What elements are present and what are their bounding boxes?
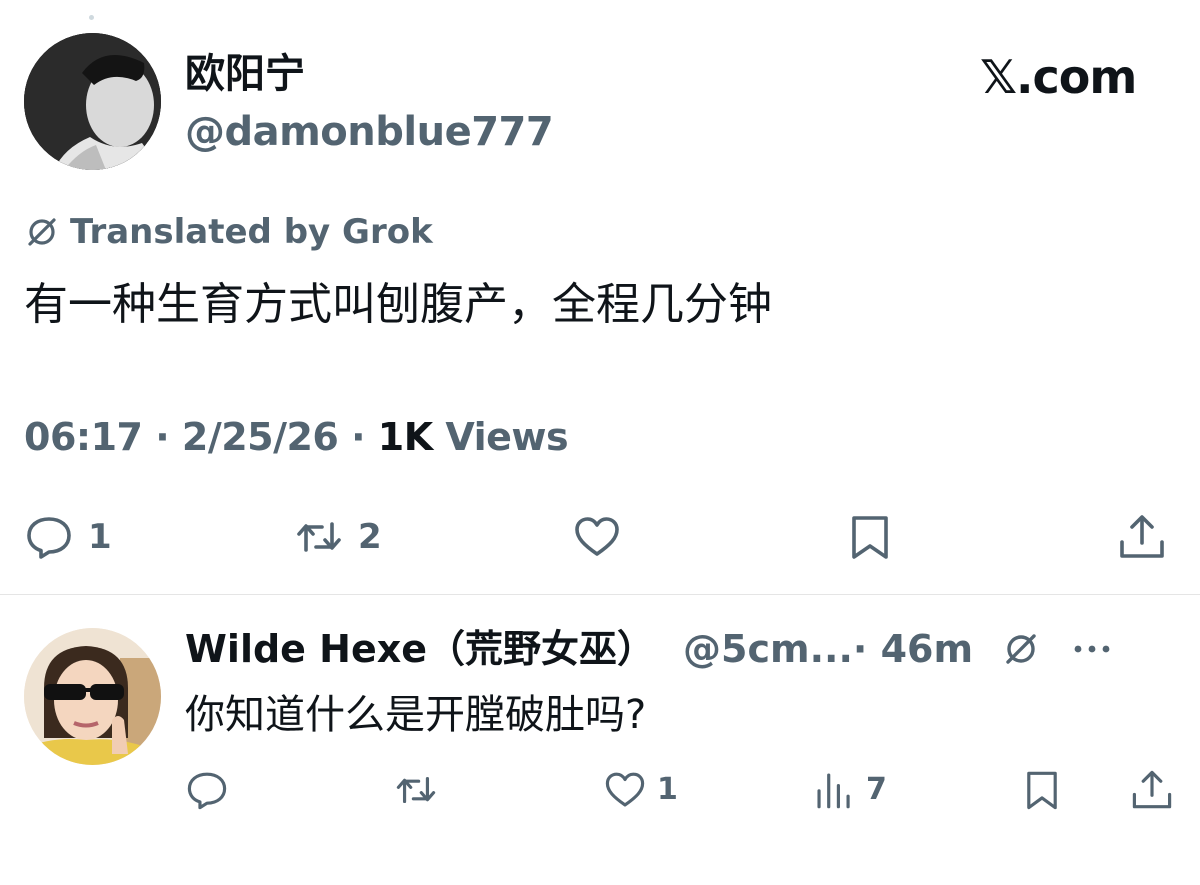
share-button[interactable]: [1117, 512, 1167, 562]
reply-icon: [187, 772, 227, 810]
translated-by-grok[interactable]: Translated by Grok: [24, 212, 433, 252]
status-dot: [89, 15, 94, 20]
reply-bookmark-button[interactable]: [1020, 768, 1064, 812]
like-button[interactable]: [572, 512, 622, 562]
reply-repost-button[interactable]: [394, 768, 438, 812]
reply-author-avatar[interactable]: [24, 628, 161, 765]
grok-icon[interactable]: [1001, 629, 1041, 669]
views-count: 1K: [377, 415, 433, 459]
share-icon: [1120, 515, 1164, 558]
reply-author-name[interactable]: Wilde Hexe（荒野女巫）: [185, 625, 655, 673]
reply-reply-button[interactable]: [185, 768, 229, 812]
reply-share-button[interactable]: [1130, 768, 1174, 812]
post-meta: 06:17 · 2/25/26 · 1K Views: [24, 415, 569, 459]
heart-icon: [575, 517, 619, 556]
more-icon[interactable]: [1071, 629, 1113, 669]
share-icon: [1132, 770, 1172, 809]
reply-views-count: 7: [866, 772, 887, 807]
bookmark-button[interactable]: [845, 512, 895, 562]
post-time[interactable]: 06:17: [24, 415, 143, 459]
author-avatar-image: [24, 33, 161, 170]
reply-like-count: 1: [657, 772, 678, 807]
translated-label: Translated by Grok: [70, 212, 433, 252]
post-date[interactable]: 2/25/26: [182, 415, 339, 459]
reply-views-button[interactable]: 7: [812, 768, 887, 812]
reply-like-button[interactable]: 1: [603, 768, 678, 812]
bookmark-icon: [852, 516, 888, 559]
heart-icon: [605, 772, 645, 807]
reply-author-handle[interactable]: @5cm...: [683, 625, 853, 673]
repost-icon: [396, 776, 436, 804]
reply-icon: [27, 517, 71, 559]
repost-count: 2: [358, 517, 382, 557]
reply-divider: [0, 594, 1200, 595]
views-icon: [817, 773, 850, 809]
reply-time[interactable]: · 46m: [853, 625, 973, 673]
x-brand-logo: 𝕏.com: [980, 50, 1137, 104]
post-text: 有一种生育方式叫刨腹产，全程几分钟: [24, 279, 772, 330]
reply-avatar-image: [24, 628, 161, 765]
repost-button[interactable]: 2: [294, 512, 382, 562]
author-avatar[interactable]: [24, 33, 161, 170]
bookmark-icon: [1027, 771, 1057, 810]
grok-icon: [28, 218, 56, 246]
views-label: Views: [445, 415, 569, 459]
reply-text: 你知道什么是开膛破肚吗?: [185, 692, 647, 738]
reply-button[interactable]: 1: [24, 512, 112, 562]
reply-count: 1: [88, 517, 112, 557]
reply-header: Wilde Hexe（荒野女巫） @5cm... · 46m: [185, 625, 1113, 673]
author-display-name[interactable]: 欧阳宁: [185, 50, 305, 98]
author-handle[interactable]: @damonblue777: [185, 108, 554, 156]
repost-icon: [297, 522, 341, 552]
